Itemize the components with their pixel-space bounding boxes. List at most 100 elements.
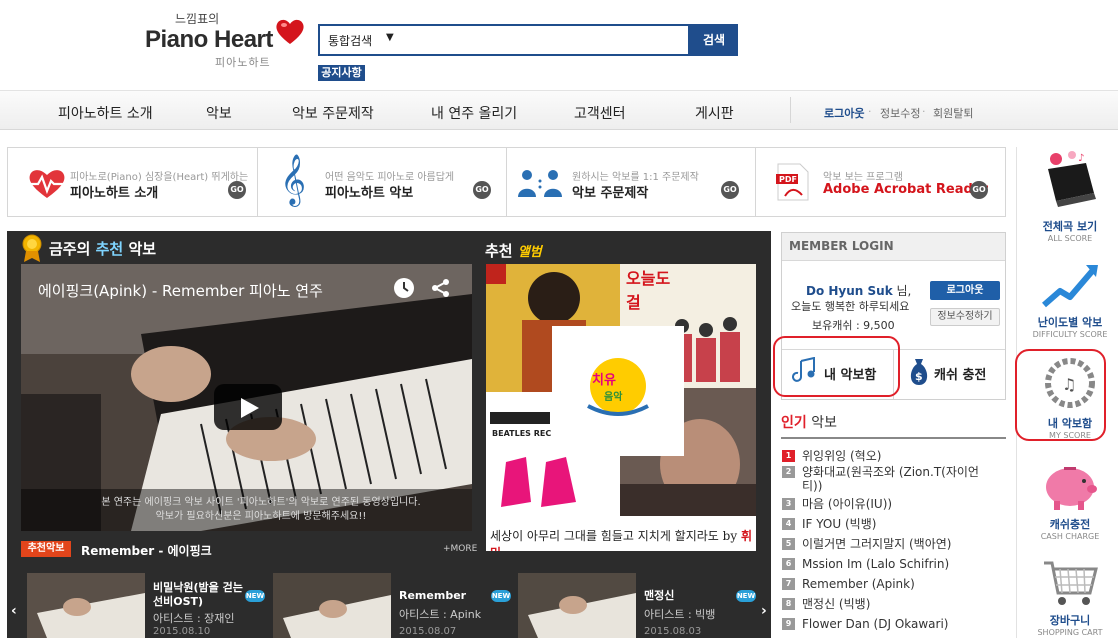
banner-intro[interactable]: 피아노로(Piano) 심장을(Heart) 뛰게하는 피아노하트 소개 GO [8,148,257,216]
banner-order[interactable]: 원하시는 악보를 1:1 주문제작 악보 주문제작 GO [507,148,756,216]
sidebar-item-all-score[interactable]: ♪ 전체곡 보기 ALL SCORE [1020,149,1118,243]
sidebar-label-en: ALL SCORE [1047,234,1093,243]
more-link[interactable]: +MORE [443,544,477,554]
piggy-bank-icon [1046,467,1097,510]
banner-subtext: 악보 보는 프로그램 [823,172,903,183]
banner-acrobat[interactable]: PDF 악보 보는 프로그램 Adobe Acrobat Reader GO [756,148,1005,216]
video-title[interactable]: 에이핑크(Apink) - Remember 피아노 연주 [38,280,323,301]
logout-button[interactable]: 로그아웃 [930,281,1000,300]
nav-item-score[interactable]: 악보 [206,103,232,123]
popular-item-title: 마음 (아이유(IU)) [802,497,893,511]
weekly-title-post: 악보 [123,240,157,258]
svg-text:오늘도: 오늘도 [626,269,670,288]
heartbeat-icon [28,170,66,198]
sidebar-label-kr: 캐쉬충전 [1049,518,1091,531]
thumb-title[interactable]: Remember [399,589,466,603]
nav-divider [790,97,791,123]
highlight-circle-my-score [773,336,900,397]
dropdown-arrow-icon[interactable]: ▼ [386,32,394,43]
logout-link[interactable]: 로그아웃 [824,105,864,121]
clock-icon[interactable] [393,277,415,299]
edit-info-button[interactable]: 정보수정하기 [930,308,1000,326]
people-icon [518,170,562,197]
popular-item-title: 맨정신 (빅뱅) [802,597,871,611]
cash-charge-label: 캐쉬 충전 [934,368,987,383]
go-icon[interactable]: GO [970,181,988,199]
nav-item-order[interactable]: 악보 주문제작 [292,103,374,123]
thumb-carousel: ‹ 비밀낙원(밤을 걷는 선비OST) NEW 아티스트 : 장재인 2015.… [7,569,771,638]
prev-arrow-icon[interactable]: ‹ [11,603,17,619]
thumb-image [27,573,145,638]
album-collage[interactable]: 오늘도 걸 BEATLES REC 치유 음악 세상이 아무리 그대를 힘들고 … [486,264,756,551]
user-name: Do Hyun Suk 님, [806,282,911,299]
recommend-song[interactable]: Remember - 에이핑크 [81,542,212,559]
new-badge: NEW [491,590,511,602]
nav-item-upload[interactable]: 내 연주 올리기 [431,103,517,123]
popular-item-title: 이럴거면 그러지말지 (백아연) [802,537,952,551]
shopping-cart-icon [1044,561,1098,605]
thumb-item[interactable] [27,573,145,638]
thumb-item[interactable] [518,573,636,638]
rank-badge: 4 [782,518,795,530]
banner-title: Adobe Acrobat Reader [823,182,989,197]
dot-separator: · [922,105,926,118]
popular-divider [781,437,1006,439]
thumb-date: 2015.08.03 [644,626,702,637]
nav-item-board[interactable]: 게시판 [695,103,734,123]
video-caption: 본 연주는 에이핑크 악보 사이트 '피아노하트'의 악보로 연주된 동영상입니… [81,496,441,524]
rank-badge: 7 [782,578,795,590]
album-caption: 세상이 아무리 그대를 힘들고 지치게 할지라도 by 휘민 [490,527,756,551]
logo-main: Piano Heart [145,26,273,53]
popular-item-title: Flower Dan (DJ Okawari) [802,617,949,631]
go-icon[interactable]: GO [721,181,739,199]
play-button[interactable] [214,384,282,430]
thumb-image [518,573,636,638]
sidebar-item-difficulty[interactable]: 난이도별 악보 DIFFICULTY SCORE [1020,261,1118,339]
weekly-recommend-panel: 금주의 추천 악보 에이핑크(Apink) - Remember 피아노 연주 … [7,231,771,638]
nav-item-intro[interactable]: 피아노하트 소개 [58,103,153,123]
thumb-title[interactable]: 비밀낙원(밤을 걷는 선비OST) [153,581,243,609]
logo-kr: 피아노하트 [215,56,271,69]
banner-subtext: 원하시는 악보를 1:1 주문제작 [572,172,699,183]
popular-item-title: IF YOU (빅뱅) [802,517,877,531]
withdraw-link[interactable]: 회원탈퇴 [933,105,973,121]
thumb-item[interactable] [273,573,391,638]
svg-text:치유: 치유 [592,372,616,388]
thumb-artist: 아티스트 : 장재인 [153,612,235,625]
nav-item-support[interactable]: 고객센터 [574,103,626,123]
piano-icon: ♪ [1048,151,1096,207]
svg-text:음악: 음악 [604,391,623,403]
search-box[interactable]: 통합검색 ▼ [318,24,690,56]
header: 느낌표의 Piano Heart 피아노하트 통합검색 ▼ 검색 공지사항 [0,0,1118,90]
sidebar-label-kr: 장바구니 [1049,614,1091,627]
rank-badge: 9 [782,618,795,630]
sidebar-label-en: CASH CHARGE [1040,532,1100,541]
notice-button[interactable]: 공지사항 [318,65,365,81]
popular-item-title: Remember (Apink) [802,577,915,591]
banner-subtext: 어떤 음악도 피아노로 아름답게 [325,172,455,183]
new-badge: NEW [245,590,265,602]
login-header: MEMBER LOGIN [782,233,1005,261]
edit-info-link[interactable]: 정보수정 [880,105,920,121]
thumb-date: 2015.08.10 [153,626,211,637]
rank-badge: 2 [782,466,795,478]
go-icon[interactable]: GO [473,181,491,199]
sidebar-item-cash-charge[interactable]: 캐쉬충전 CASH CHARGE [1020,457,1118,541]
main-nav: 피아노하트 소개 악보 악보 주문제작 내 연주 올리기 고객센터 게시판 로그… [0,90,1118,130]
popular-item-title: 위잉위잉 (혁오) [802,449,882,463]
thumb-title[interactable]: 맨정신 [644,589,674,603]
banner-title: 피아노하트 소개 [70,186,159,201]
weekly-title-pre: 금주의 [49,240,96,258]
search-category-select[interactable]: 통합검색 [328,32,372,49]
share-icon[interactable] [431,278,451,298]
next-arrow-icon[interactable]: › [761,603,767,619]
banner-row: 피아노로(Piano) 심장을(Heart) 뛰게하는 피아노하트 소개 GO … [7,147,1006,217]
svg-text:BEATLES REC: BEATLES REC [492,429,551,438]
search-button[interactable]: 검색 [690,24,738,56]
sidebar-item-cart[interactable]: 장바구니 SHOPPING CART [1020,553,1118,637]
video-player[interactable]: 에이핑크(Apink) - Remember 피아노 연주 본 연주는 에이핑크… [21,264,472,531]
go-icon[interactable]: GO [228,181,246,199]
banner-score[interactable]: 𝄞 어떤 음악도 피아노로 아름답게 피아노하트 악보 GO [258,148,507,216]
rec-album-title: 추천 앨범 [485,240,542,261]
video-caption-line-1: 본 연주는 에이핑크 악보 사이트 '피아노하트'의 악보로 연주된 동영상입니… [101,497,421,508]
